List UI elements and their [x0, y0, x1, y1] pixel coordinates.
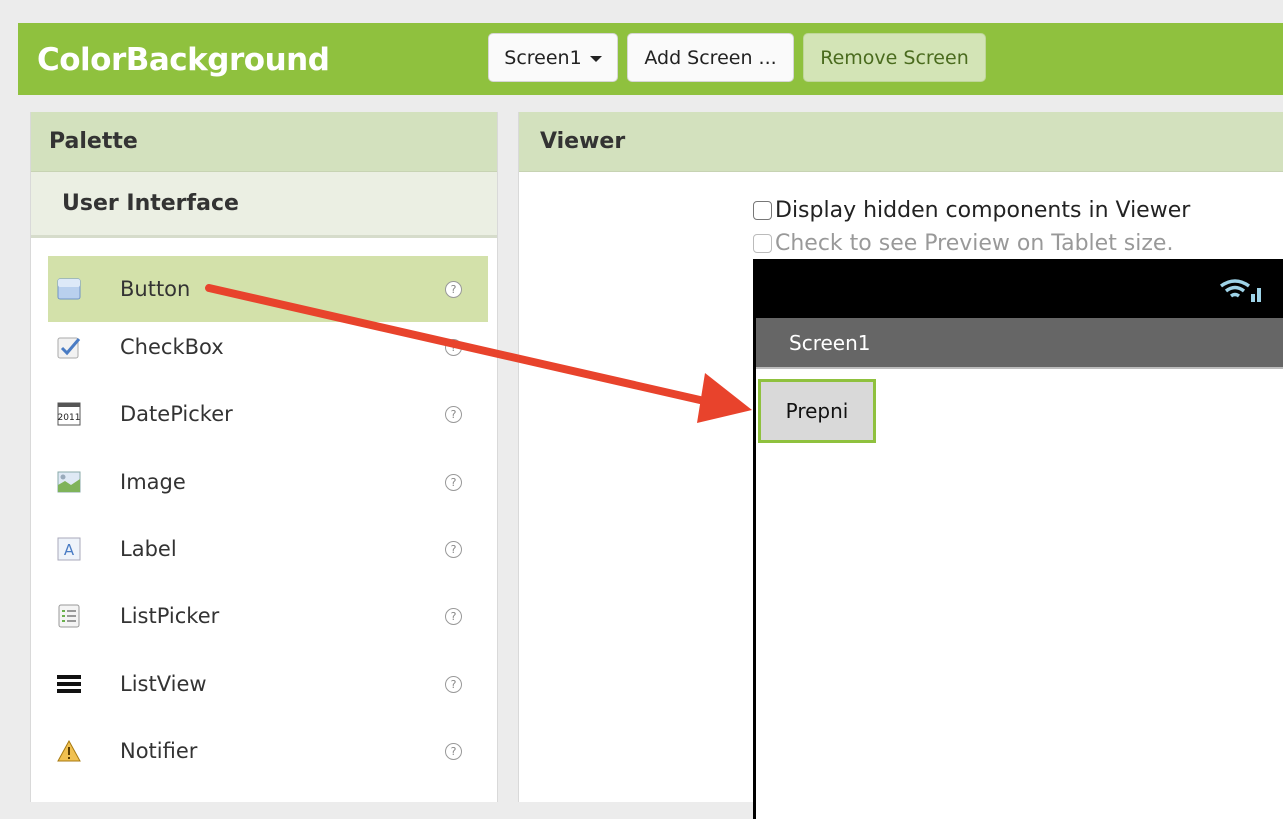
tablet-preview-label: Check to see Preview on Tablet size. — [775, 231, 1174, 256]
screen-select-button[interactable]: Screen1 — [488, 33, 618, 82]
help-icon[interactable]: ? — [445, 338, 462, 356]
palette-item-label: ListPicker — [120, 604, 220, 628]
display-hidden-checkbox[interactable]: Display hidden components in Viewer — [753, 198, 1190, 223]
palette-item-checkbox[interactable]: CheckBox ? — [48, 314, 488, 380]
palette-item-listview[interactable]: ListView ? — [48, 651, 488, 717]
add-screen-button[interactable]: Add Screen ... — [627, 33, 794, 82]
palette-item-notifier[interactable]: Notifier ? — [48, 718, 488, 784]
screen-select-label: Screen1 — [504, 46, 582, 69]
checkbox-icon — [57, 335, 81, 359]
remove-screen-button[interactable]: Remove Screen — [803, 33, 986, 82]
help-icon[interactable]: ? — [445, 405, 462, 423]
palette-item-label: Image — [120, 470, 186, 494]
palette-item-label: CheckBox — [120, 335, 224, 359]
viewer-panel: Viewer Display hidden components in View… — [518, 112, 1283, 819]
phone-preview: Screen1 Prepni — [753, 259, 1283, 819]
phone-title-bar: Screen1 — [756, 318, 1283, 369]
help-icon[interactable]: ? — [445, 675, 462, 693]
checkbox-unchecked-icon[interactable] — [753, 234, 772, 253]
wifi-signal-icon — [1219, 279, 1261, 302]
help-icon[interactable]: ? — [445, 473, 462, 491]
help-icon[interactable]: ? — [445, 540, 462, 558]
palette-item-datepicker[interactable]: 2011 DatePicker ? — [48, 381, 488, 447]
chevron-down-icon — [589, 55, 602, 62]
top-toolbar: ColorBackground Screen1 Add Screen ... R… — [18, 23, 1283, 95]
image-icon — [57, 470, 81, 494]
help-icon[interactable]: ? — [445, 742, 462, 760]
display-hidden-label: Display hidden components in Viewer — [775, 198, 1191, 223]
app-title: ColorBackground — [37, 42, 330, 78]
help-icon[interactable]: ? — [445, 280, 462, 298]
palette-item-label: DatePicker — [120, 402, 233, 426]
palette-item-button[interactable]: Button ? — [48, 256, 488, 322]
button-icon — [57, 277, 81, 301]
palette-title: Palette — [31, 112, 497, 172]
listview-icon — [57, 672, 81, 696]
help-icon[interactable]: ? — [445, 607, 462, 625]
datepicker-icon-text: 2011 — [58, 413, 81, 423]
palette-item-label-component[interactable]: A Label ? — [48, 516, 488, 582]
palette-item-listpicker[interactable]: ListPicker ? — [48, 583, 488, 649]
palette-item-label: Button — [120, 277, 191, 301]
tablet-preview-checkbox[interactable]: Check to see Preview on Tablet size. — [753, 231, 1173, 256]
listpicker-icon — [57, 604, 81, 628]
checkbox-unchecked-icon[interactable] — [753, 201, 772, 220]
viewer-title: Viewer — [519, 112, 1283, 172]
palette-category-user-interface[interactable]: User Interface — [31, 172, 497, 238]
preview-button-prepni[interactable]: Prepni — [758, 379, 876, 443]
label-icon: A — [57, 537, 81, 561]
palette-item-label: Label — [120, 537, 177, 561]
palette-item-label: ListView — [120, 672, 207, 696]
palette-item-label: Notifier — [120, 739, 198, 763]
palette-item-image[interactable]: Image ? — [48, 449, 488, 515]
datepicker-icon: 2011 — [57, 402, 81, 426]
label-icon-text: A — [64, 541, 75, 559]
palette-panel: Palette User Interface Button ? CheckBox… — [30, 112, 498, 802]
phone-status-bar — [756, 259, 1283, 318]
notifier-icon — [57, 739, 81, 763]
